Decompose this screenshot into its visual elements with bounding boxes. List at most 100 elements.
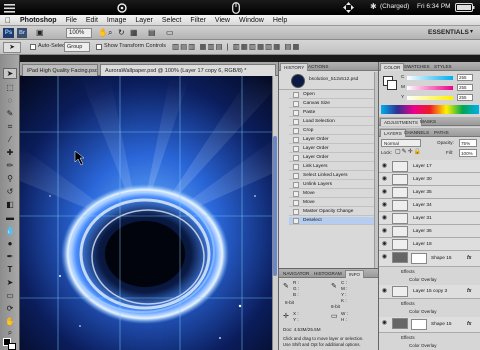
hand-tool-icon[interactable]: ✋ — [98, 28, 108, 37]
fill-field[interactable]: 100% — [459, 149, 477, 157]
eyedropper-tool-icon[interactable]: ⁄ — [3, 134, 17, 145]
pen-tool-icon[interactable]: ✒ — [3, 251, 17, 262]
history-item[interactable]: Layer Order — [289, 136, 379, 144]
m-slider[interactable] — [407, 86, 453, 90]
tab-swatches[interactable]: SWATCHES — [401, 63, 433, 71]
tab-adjustments[interactable]: ADJUSTMENTS — [380, 118, 422, 126]
blend-mode-select[interactable]: Normal — [381, 139, 421, 147]
history-item[interactable]: Canvas Size — [289, 100, 379, 108]
screen-mode-icon[interactable]: ▭ — [166, 28, 174, 37]
canvas-scroll-thumb[interactable] — [273, 136, 277, 276]
crop-tool-icon[interactable]: ⌗ — [3, 121, 17, 132]
zoom-level-select[interactable]: 100% — [66, 28, 92, 38]
mouse-icon[interactable] — [232, 2, 240, 14]
menu-file[interactable]: File — [66, 17, 77, 24]
apple-icon[interactable]:  — [5, 16, 11, 25]
dodge-tool-icon[interactable]: ● — [3, 238, 17, 249]
auto-select-checkbox[interactable] — [30, 44, 36, 50]
grid-icon[interactable]: ▦ — [130, 28, 138, 37]
y-value[interactable]: 255 — [457, 94, 473, 101]
layer-row[interactable]: ◉ Layer 34 — [379, 199, 480, 212]
history-item[interactable]: Move — [289, 190, 379, 198]
layer-row-shape[interactable]: ◉ Shape 15 fx — [379, 251, 480, 267]
layer-row[interactable]: ◉ Layer 36 — [379, 225, 480, 238]
brush-tool-icon[interactable]: ✏ — [3, 160, 17, 171]
marquee-tool-icon[interactable]: ⬚ — [3, 82, 17, 93]
tab-info[interactable]: INFO — [345, 270, 364, 278]
history-item[interactable]: Select Linked Layers — [289, 172, 379, 180]
eye-icon[interactable]: ◉ — [380, 240, 389, 249]
color-bg-swatch[interactable] — [387, 80, 397, 90]
chevron-down-icon[interactable]: ▾ — [470, 28, 473, 35]
lock-icons[interactable]: ▢✎✛🔒 — [395, 148, 422, 155]
align-buttons[interactable]: ▥▤▥ ▦▥▤ | ▥▦▥▦▥▦ ▤▦ — [172, 42, 301, 51]
eye-icon[interactable]: ◉ — [380, 201, 389, 210]
eye-icon[interactable]: ◉ — [380, 214, 389, 223]
layer-row[interactable]: ◉ Layer 18 — [379, 238, 480, 251]
color-spectrum[interactable] — [381, 105, 479, 114]
menu-select[interactable]: Select — [162, 17, 181, 24]
history-item[interactable]: Layer Order — [289, 154, 379, 162]
tab-channels[interactable]: CHANNELS — [401, 129, 432, 137]
tab-aurora-document[interactable]: AuroraWallpaper.psd @ 100% (Layer 17 cop… — [100, 64, 276, 76]
path-select-tool-icon[interactable]: ➤ — [3, 277, 17, 288]
c-slider[interactable] — [407, 76, 453, 80]
menu-photoshop[interactable]: Photoshop — [20, 17, 57, 24]
menu-view[interactable]: View — [215, 17, 230, 24]
history-item-current[interactable]: Deselect — [289, 217, 379, 225]
fx-badge[interactable]: fx — [467, 321, 471, 327]
layer-row[interactable]: ◉ Layer 35 — [379, 186, 480, 199]
y-slider[interactable] — [407, 96, 453, 100]
m-value[interactable]: 255 — [457, 84, 473, 91]
layer-row[interactable]: ◉ Layer 17 — [379, 160, 480, 173]
settings-icon[interactable] — [117, 3, 127, 13]
essentials-workspace-button[interactable]: ESSENTIALS — [428, 29, 469, 36]
menu-layer[interactable]: Layer — [135, 17, 153, 24]
history-item[interactable]: Crop — [289, 127, 379, 135]
gradient-tool-icon[interactable]: ▬ — [3, 212, 17, 223]
history-item[interactable]: Layer Order — [289, 145, 379, 153]
history-item[interactable]: Unlink Layers — [289, 181, 379, 189]
layer-row[interactable]: ◉ Layer 31 — [379, 212, 480, 225]
move-tool-icon[interactable]: ➤ — [3, 68, 17, 79]
clone-stamp-tool-icon[interactable]: ⚲ — [3, 173, 17, 184]
eraser-tool-icon[interactable]: ◧ — [3, 199, 17, 210]
tab-masks[interactable]: MASKS — [417, 118, 439, 126]
eye-icon[interactable]: ◉ — [380, 162, 389, 171]
layer-row[interactable]: ◉ Layer 15 copy 3 fx — [379, 285, 480, 299]
zoom-tool-icon[interactable]: ⌕ — [3, 327, 17, 338]
tab-actions[interactable]: ACTIONS — [305, 63, 331, 71]
menu-edit[interactable]: Edit — [86, 17, 98, 24]
hand-tool-icon[interactable]: ✋ — [3, 316, 17, 327]
3d-rotate-tool-icon[interactable]: ⟳ — [3, 303, 17, 314]
tab-navigator[interactable]: NAVIGATOR — [280, 270, 312, 278]
zoom-tool-icon[interactable]: ⌕ — [108, 28, 112, 38]
fx-badge[interactable]: fx — [467, 255, 471, 261]
history-item[interactable]: Move — [289, 199, 379, 207]
opacity-field[interactable]: 75% — [459, 139, 477, 147]
fx-badge[interactable]: fx — [467, 288, 471, 294]
bridge-button[interactable]: Br — [17, 28, 27, 38]
eye-icon[interactable]: ◉ — [380, 188, 389, 197]
tab-paths[interactable]: PATHS — [431, 129, 452, 137]
history-item[interactable]: Link Layers — [289, 163, 379, 171]
shape-tool-icon[interactable]: ▭ — [3, 290, 17, 301]
layer-row-shape[interactable]: ◉ Shape 15 fx — [379, 317, 480, 333]
hand-view-icon[interactable]: ▣ — [36, 28, 44, 37]
menu-filter[interactable]: Filter — [190, 17, 206, 24]
tab-styles[interactable]: STYLES — [431, 63, 455, 71]
menu-image[interactable]: Image — [107, 17, 126, 24]
move-tool-preset-icon[interactable]: ➤ — [3, 42, 21, 53]
history-item[interactable]: Load Selection — [289, 118, 379, 126]
show-transform-checkbox[interactable] — [96, 44, 102, 50]
eye-icon[interactable]: ◉ — [380, 253, 389, 262]
history-brush-tool-icon[interactable]: ↺ — [3, 186, 17, 197]
eye-icon[interactable]: ◉ — [380, 175, 389, 184]
quick-select-tool-icon[interactable]: ✎ — [3, 108, 17, 119]
eye-icon[interactable]: ◉ — [380, 227, 389, 236]
history-snapshot[interactable]: bsolution_512x512.psd — [279, 72, 379, 90]
history-item[interactable]: Master Opacity Change — [289, 208, 379, 216]
layer-row[interactable]: ◉ Layer 30 — [379, 173, 480, 186]
tab-histogram[interactable]: HISTOGRAM — [311, 270, 345, 278]
lasso-tool-icon[interactable]: ◌ — [3, 95, 17, 106]
